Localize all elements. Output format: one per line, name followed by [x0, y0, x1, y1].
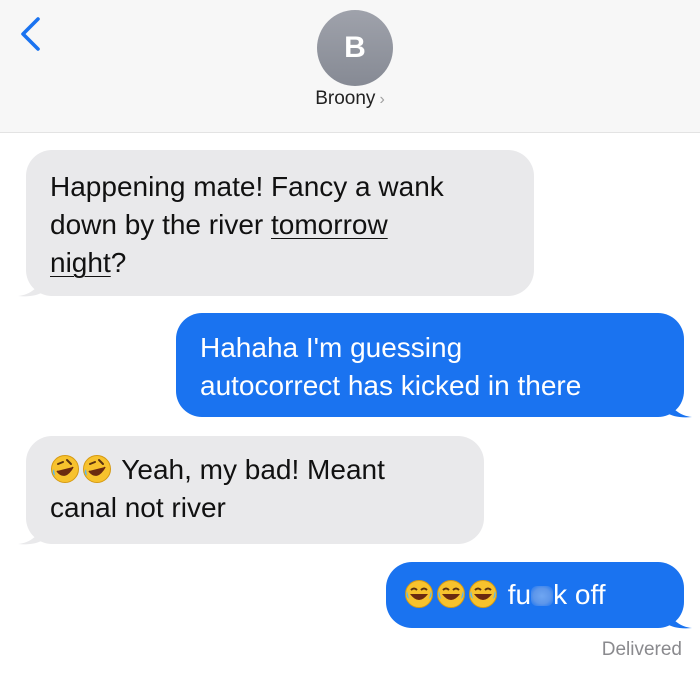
chevron-right-icon: › [379, 91, 385, 108]
avatar-letter: B [344, 31, 366, 64]
message-text: Hahaha I'm guessing autocorrect has kick… [200, 332, 582, 401]
delivery-status: Delivered [601, 639, 682, 660]
contact-avatar[interactable]: B [317, 10, 393, 86]
message-text: Happening mate! Fancy a wank down by the… [50, 171, 444, 278]
message-text-end: k off [553, 579, 606, 610]
tears-of-joy-emoji [437, 580, 465, 608]
tears-of-joy-emoji [405, 580, 433, 608]
message-bubble-sent[interactable]: Hahaha I'm guessing autocorrect has kick… [176, 313, 692, 418]
contact-name-button[interactable]: Broony › [0, 88, 700, 110]
message-bubble-received[interactable]: Happening mate! Fancy a wank down by the… [18, 150, 534, 297]
tears-of-joy-emoji [469, 580, 497, 608]
message-text: Yeah, my bad! Meant canal not river [50, 454, 385, 523]
chevron-left-icon[interactable] [14, 16, 48, 52]
rolling-on-floor-laughing-emoji [51, 455, 79, 483]
conversation-header: B Broony › [0, 0, 700, 133]
message-text: fu k off [404, 576, 674, 614]
censor-blur [531, 586, 554, 606]
bubble-tail [18, 275, 44, 297]
contact-name: Broony [315, 88, 376, 109]
message-text-start: fu [507, 579, 532, 610]
rolling-on-floor-laughing-emoji [83, 455, 111, 483]
message-bubble-sent[interactable]: fu k off [386, 562, 692, 629]
bubble-tail [18, 523, 44, 545]
message-bubble-received[interactable]: Yeah, my bad! Meant canal not river [18, 436, 484, 545]
